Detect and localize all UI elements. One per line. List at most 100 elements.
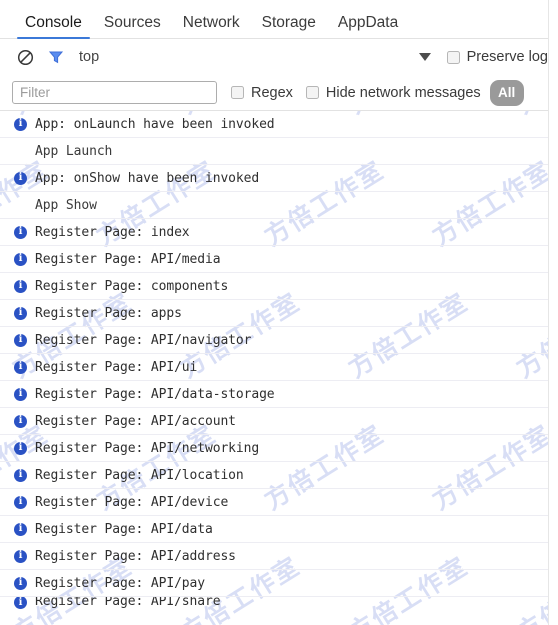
hide-network-messages-box[interactable] [305, 86, 319, 99]
log-icon-slot: i [14, 522, 35, 536]
tab-appdata-label: AppData [337, 13, 399, 31]
log-icon-slot: i [14, 252, 35, 266]
console-log-row[interactable]: i Register Page: API/networking [0, 435, 558, 462]
console-log-message: Register Page: API/media [35, 251, 221, 267]
console-log-row[interactable]: i Register Page: API/media [0, 246, 558, 273]
log-icon-slot: i [14, 597, 35, 609]
info-icon: i [14, 522, 27, 536]
console-log-row[interactable]: i Register Page: apps [0, 300, 558, 327]
log-icon-slot: i [14, 495, 35, 509]
chevron-down-icon[interactable] [418, 53, 431, 61]
tab-network[interactable]: Network [172, 13, 251, 39]
info-icon: i [14, 306, 27, 320]
console-toolbar: top Preserve log [0, 39, 558, 75]
hide-network-messages-checkbox[interactable]: Hide network messages [305, 84, 481, 101]
console-log-message: App Show [35, 197, 97, 213]
info-icon: i [14, 252, 27, 266]
console-log-message: Register Page: API/networking [35, 440, 260, 456]
console-log-message: Register Page: index [35, 224, 190, 240]
info-icon: i [14, 333, 27, 347]
info-icon: i [14, 495, 27, 509]
console-log-row[interactable]: i Register Page: API/location [0, 462, 558, 489]
info-icon: i [14, 117, 27, 131]
log-icon-slot: i [14, 549, 35, 563]
console-log-row[interactable]: i Register Page: index [0, 219, 558, 246]
info-icon: i [14, 414, 27, 428]
tab-storage[interactable]: Storage [251, 13, 327, 39]
preserve-log-box[interactable] [446, 50, 460, 64]
console-log-list[interactable]: i App: onLaunch have been invoked App Laun… [0, 111, 558, 625]
console-log-message: Register Page: components [35, 278, 229, 294]
console-log-message: Register Page: apps [35, 305, 182, 321]
tab-storage-label: Storage [261, 13, 316, 31]
info-icon: i [14, 441, 27, 455]
log-level-filter-badge[interactable]: All [489, 79, 524, 106]
info-icon: i [14, 387, 27, 401]
log-icon-slot: i [14, 468, 35, 482]
console-log-message: Register Page: API/navigator [35, 332, 252, 348]
hide-network-messages-label: Hide network messages [325, 84, 481, 101]
log-icon-slot: i [14, 360, 35, 374]
console-log-row[interactable]: i Register Page: API/share [0, 597, 558, 612]
regex-box[interactable] [231, 86, 244, 99]
tab-sources-label: Sources [103, 13, 161, 31]
regex-checkbox[interactable]: Regex [231, 85, 293, 101]
console-log-row[interactable]: i App: onShow have been invoked [0, 165, 558, 192]
console-log-row[interactable]: i Register Page: API/ui [0, 354, 558, 381]
info-icon: i [14, 360, 27, 374]
log-icon-slot: i [14, 333, 35, 347]
preserve-log-label: Preserve log [466, 49, 548, 65]
console-log-row[interactable]: i Register Page: API/data [0, 516, 558, 543]
console-log-row[interactable]: App Launch [0, 138, 558, 165]
console-log-message: Register Page: API/data-storage [35, 386, 275, 402]
info-icon: i [14, 225, 27, 239]
console-log-message: App: onLaunch have been invoked [35, 116, 275, 132]
log-icon-slot: i [14, 576, 35, 590]
console-log-row[interactable]: i Register Page: components [0, 273, 558, 300]
console-log-message: App Launch [35, 143, 113, 159]
tab-appdata[interactable]: AppData [327, 13, 409, 39]
regex-label: Regex [251, 84, 293, 101]
clear-console-icon[interactable] [14, 46, 36, 68]
info-icon: i [14, 576, 27, 590]
filter-input[interactable] [12, 81, 217, 104]
console-log-message: Register Page: API/data [35, 521, 213, 537]
console-log-row[interactable]: i App: onLaunch have been invoked [0, 111, 558, 138]
console-log-row[interactable]: i Register Page: API/device [0, 489, 558, 516]
console-log-message: Register Page: API/device [35, 494, 229, 510]
log-icon-slot: i [14, 414, 35, 428]
console-log-message: Register Page: API/account [35, 413, 236, 429]
console-log-message: Register Page: API/location [35, 467, 244, 483]
execution-context-label[interactable]: top [79, 49, 99, 65]
console-log-message: Register Page: API/share [35, 597, 221, 609]
console-log-row[interactable]: App Show [0, 192, 558, 219]
log-icon-slot: i [14, 171, 35, 185]
log-icon-slot: i [14, 117, 35, 131]
console-filterbar: Regex Hide network messages All [0, 75, 558, 111]
console-log-row[interactable]: i Register Page: API/account [0, 408, 558, 435]
log-icon-slot: i [14, 441, 35, 455]
info-icon: i [14, 279, 27, 293]
devtools-panel: 方倍工作室 方倍工作室 方倍工作室 方倍工作室 方倍工作室 方倍工作室 方倍工作室 方倍工作室… [0, 0, 558, 625]
console-log-message: Register Page: API/address [35, 548, 236, 564]
log-icon-slot: i [14, 279, 35, 293]
preserve-log-checkbox[interactable]: Preserve log [446, 49, 548, 65]
log-icon-slot: i [14, 387, 35, 401]
console-log-message: Register Page: API/ui [35, 359, 198, 375]
info-icon: i [14, 597, 27, 609]
console-log-row[interactable]: i Register Page: API/address [0, 543, 558, 570]
info-icon: i [14, 549, 27, 563]
log-icon-slot: i [14, 225, 35, 239]
filter-funnel-icon[interactable] [45, 46, 67, 68]
tab-network-label: Network [182, 13, 240, 31]
tab-console[interactable]: Console [14, 14, 93, 39]
console-log-row[interactable]: i Register Page: API/pay [0, 570, 558, 597]
info-icon: i [14, 171, 27, 185]
console-log-row[interactable]: i Register Page: API/data-storage [0, 381, 558, 408]
console-log-message: Register Page: API/pay [35, 575, 205, 591]
log-icon-slot: i [14, 306, 35, 320]
console-log-row[interactable]: i Register Page: API/navigator [0, 327, 558, 354]
panel-right-edge [548, 0, 558, 625]
console-log-message: App: onShow have been invoked [35, 170, 260, 186]
tab-sources[interactable]: Sources [93, 13, 172, 39]
